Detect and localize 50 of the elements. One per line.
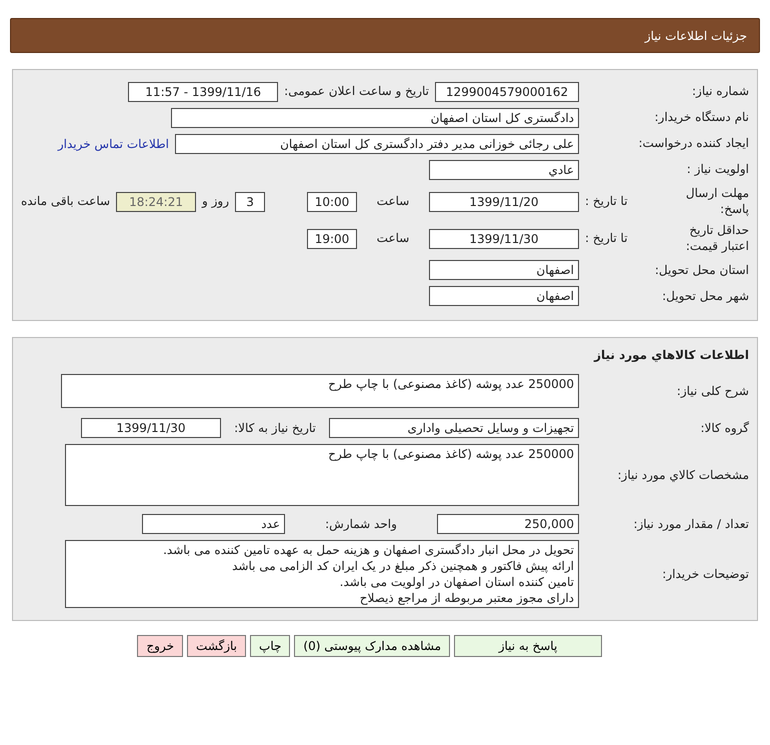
exit-button[interactable]: بازگشت <box>187 635 246 658</box>
specs-field: 250000 عدد پوشه (کاغذ مصنوعی) با چاپ طرح <box>65 444 579 506</box>
date-field: 1399/11/30 <box>429 228 579 249</box>
field-label: مشخصات کالاي مورد نیاز: <box>617 468 749 484</box>
field-label: تا تاریخ : <box>585 194 628 210</box>
time-field: 19:00 <box>307 228 357 249</box>
summary-field: 250000 عدد پوشه (کاغذ مصنوعی) با چاپ طرح <box>61 374 579 408</box>
field-label: گروه کالا: <box>700 420 749 436</box>
field-label: استان محل تحویل: <box>654 262 749 278</box>
field-label: شرح کلی نیاز: <box>676 384 749 400</box>
province-field: اصفهان <box>429 260 579 280</box>
field-label: اولویت نیاز : <box>686 162 749 178</box>
priority-field: عادي <box>429 160 579 180</box>
action-button[interactable]: پاسخ به نیاز <box>454 635 602 658</box>
field-label: مهلت ارسال پاسخ: <box>684 186 749 218</box>
contact-link[interactable]: اطلاعات تماس خریدار <box>58 137 169 151</box>
time-field: 10:00 <box>307 192 358 212</box>
unit-field: عدد <box>142 514 285 534</box>
exit-button[interactable]: خروج <box>137 635 184 658</box>
days-field: 3 <box>235 192 266 212</box>
field-label: روز و <box>202 194 230 210</box>
field-label: ساعت <box>376 194 410 210</box>
city-field: اصفهان <box>429 286 579 306</box>
goods-group-field: تجهیزات و وسایل تحصیلی واداری <box>329 418 579 438</box>
quantity-field: 250,000 <box>437 514 579 534</box>
field-label: تاریخ نیاز به کالا: <box>233 420 317 436</box>
field-label: تا تاریخ : <box>585 230 628 247</box>
date-field: 1399/11/20 <box>429 192 579 212</box>
section-title: اطلاعات کالاهاي مورد نیاز <box>592 348 749 362</box>
page-title: جزئیات اطلاعات نیاز <box>644 28 747 42</box>
buyer-notes-field: تحویل در محل انبار دادگستری اصفهان و هزینه حمل به عهده تامین کننده می باشد. ارائه پیش فاکتور و همچنین ذکر مبلغ در یک ایران کد الزامی می باشد تامین کننده استان اصفهان در اولویت می باشد. دارای مجوز معتبر مربوطه از مراجع ذیصلاح <box>65 540 579 608</box>
action-button[interactable]: مشاهده مدارک پیوستی (0) <box>294 635 450 658</box>
field-label: توضیحات خریدار: <box>662 566 749 582</box>
need-date-field: 1399/11/30 <box>81 418 221 438</box>
creator-field: علی رجائی خوزانی مدیر دفتر دادگستری کل استان اصفهان <box>175 134 579 154</box>
field-label: تعداد / مقدار مورد نیاز: <box>633 516 749 532</box>
need-number-field: 1299004579000162 <box>435 82 579 102</box>
buyer-org-field: دادگستری کل استان اصفهان <box>171 108 579 128</box>
field-label: واحد شمارش: <box>324 516 398 532</box>
field-label: حداقل تاریخ اعتبار قیمت: <box>684 223 749 254</box>
field-label: ایجاد کننده درخواست: <box>638 136 749 152</box>
announce-date-field: 1399/11/16 - 11:57 <box>128 82 278 102</box>
field-label: شماره نیاز: <box>692 84 749 100</box>
field-label: ساعت <box>376 230 410 247</box>
field-label: ساعت باقی مانده <box>21 194 110 210</box>
field-label: شهر محل تحویل: <box>662 288 749 304</box>
field-label: تاریخ و ساعت اعلان عمومی: <box>284 84 429 100</box>
action-button[interactable]: چاپ <box>250 635 290 658</box>
remaining-time-field: 18:24:21 <box>116 192 196 212</box>
field-label: نام دستگاه خریدار: <box>654 110 749 126</box>
